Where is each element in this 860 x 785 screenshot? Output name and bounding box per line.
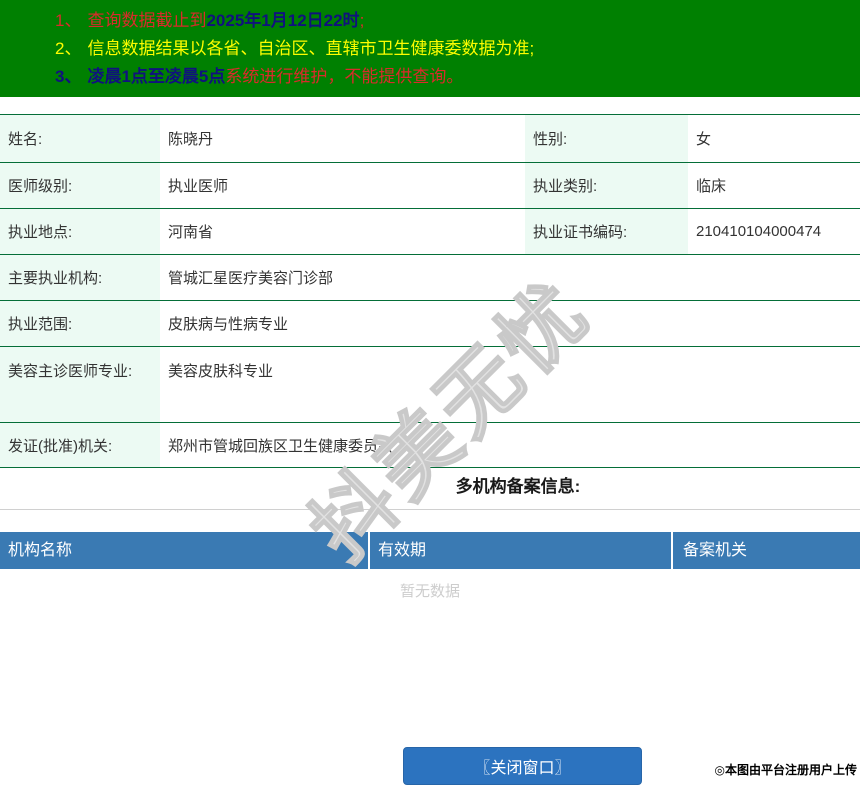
multi-org-table-header: 机构名称 有效期 备案机关 <box>0 532 860 569</box>
notice-banner: 1、查询数据截止到2025年1月12日22时; 2、信息数据结果以各省、自治区、… <box>0 0 860 97</box>
name-value: 陈晓丹 <box>160 115 525 163</box>
notice-line-1-punct: ; <box>360 11 365 30</box>
notice-line-1-deadline: 2025年1月12日22时 <box>206 11 359 30</box>
doctor-level-label: 医师级别: <box>0 163 160 209</box>
section-divider <box>0 509 860 510</box>
no-data-placeholder: 暂无数据 <box>0 569 860 601</box>
notice-line-3-text: 系统进行维护，不能提供查询。 <box>225 67 463 86</box>
close-window-button[interactable]: 〖关闭窗口〗 <box>403 747 642 785</box>
table-row: 发证(批准)机关: 郑州市管城回族区卫生健康委员会 <box>0 423 860 468</box>
cosmetic-specialty-label: 美容主诊医师专业: <box>0 347 160 423</box>
practice-scope-value: 皮肤病与性病专业 <box>160 301 860 347</box>
column-header-validity-period: 有效期 <box>370 532 673 569</box>
notice-line-2-number: 2、 <box>55 39 81 58</box>
table-row: 主要执业机构: 管城汇星医疗美容门诊部 <box>0 255 860 301</box>
practice-location-value: 河南省 <box>160 209 525 255</box>
table-row: 美容主诊医师专业: 美容皮肤科专业 <box>0 347 860 423</box>
table-row: 执业地点: 河南省 执业证书编码: 210410104000474 <box>0 209 860 255</box>
gender-label: 性别: <box>525 115 688 163</box>
practice-location-label: 执业地点: <box>0 209 160 255</box>
column-header-registration-authority: 备案机关 <box>673 532 858 569</box>
upload-attribution-text: ◎本图由平台注册用户上传 <box>715 761 857 778</box>
cosmetic-specialty-value: 美容皮肤科专业 <box>160 347 860 423</box>
main-institution-label: 主要执业机构: <box>0 255 160 301</box>
table-row: 医师级别: 执业医师 执业类别: 临床 <box>0 163 860 209</box>
name-label: 姓名: <box>0 115 160 163</box>
column-header-institution-name: 机构名称 <box>0 532 370 569</box>
notice-line-1: 1、查询数据截止到2025年1月12日22时; <box>55 7 860 35</box>
certificate-number-label: 执业证书编码: <box>525 209 688 255</box>
notice-line-3-maintenance-hours: 凌晨1点至凌晨5点 <box>87 67 225 86</box>
notice-line-1-text: 查询数据截止到 <box>87 11 206 30</box>
notice-line-1-number: 1、 <box>55 11 81 30</box>
doctor-info-table: 姓名: 陈晓丹 性别: 女 医师级别: 执业医师 执业类别: 临床 执业地点: … <box>0 114 860 468</box>
main-institution-value: 管城汇星医疗美容门诊部 <box>160 255 860 301</box>
issuing-authority-value: 郑州市管城回族区卫生健康委员会 <box>160 423 860 468</box>
practice-category-value: 临床 <box>688 163 860 209</box>
practice-category-label: 执业类别: <box>525 163 688 209</box>
multi-org-section-heading: 多机构备案信息: <box>88 477 860 497</box>
certificate-number-value: 210410104000474 <box>688 209 860 255</box>
notice-line-2: 2、信息数据结果以各省、自治区、直辖市卫生健康委数据为准; <box>55 35 860 63</box>
notice-line-3-number: 3、 <box>55 67 81 86</box>
notice-line-3: 3、凌晨1点至凌晨5点系统进行维护，不能提供查询。 <box>55 63 860 91</box>
issuing-authority-label: 发证(批准)机关: <box>0 423 160 468</box>
practice-scope-label: 执业范围: <box>0 301 160 347</box>
notice-line-2-text: 信息数据结果以各省、自治区、直辖市卫生健康委数据为准; <box>87 39 534 58</box>
table-row: 姓名: 陈晓丹 性别: 女 <box>0 115 860 163</box>
gender-value: 女 <box>688 115 860 163</box>
table-row: 执业范围: 皮肤病与性病专业 <box>0 301 860 347</box>
doctor-level-value: 执业医师 <box>160 163 525 209</box>
